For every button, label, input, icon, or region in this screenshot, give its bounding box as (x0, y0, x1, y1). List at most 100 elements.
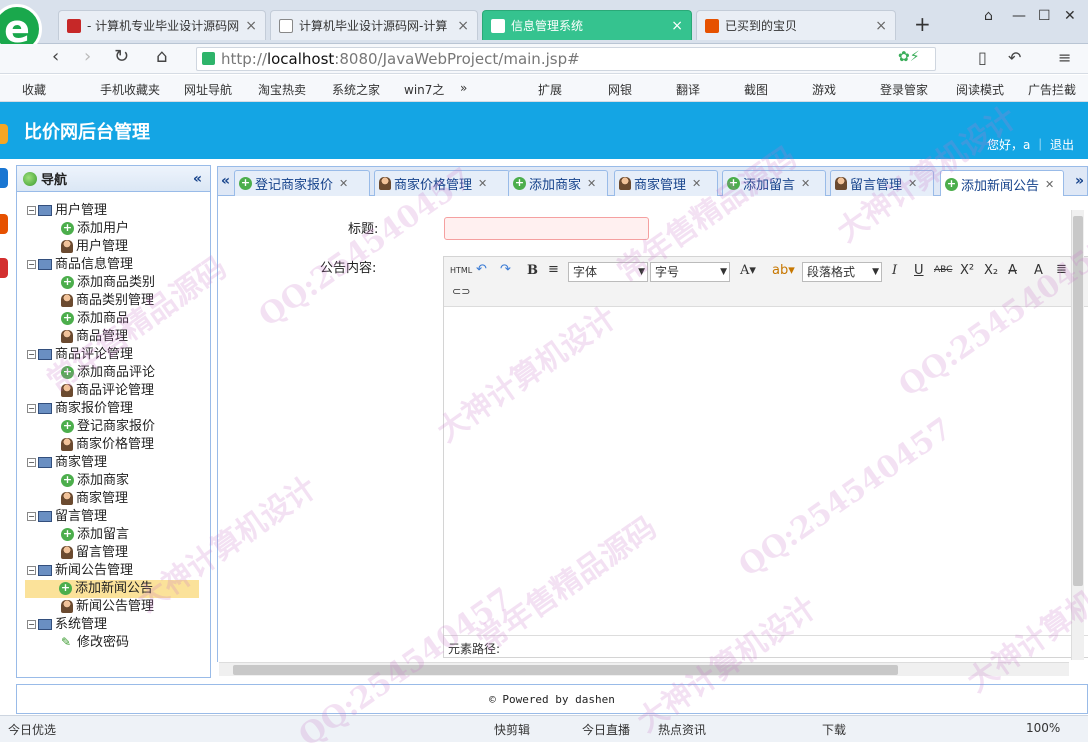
bookmark-item[interactable]: 阅读模式 (956, 81, 1004, 98)
content-tab[interactable]: 商家价格管理 ✕ (374, 170, 510, 196)
nav-group[interactable]: − 留言管理 (27, 508, 210, 526)
html-source-icon[interactable]: HTML (450, 266, 472, 275)
phone-icon[interactable]: ▯ (978, 48, 987, 67)
expand-icon[interactable]: − (27, 458, 36, 467)
horizontal-scrollbar[interactable] (219, 662, 1069, 676)
bookmark-more[interactable]: » (460, 81, 467, 95)
underline-icon[interactable]: U (914, 263, 924, 278)
refresh-icon[interactable]: ↻ (114, 46, 129, 67)
align-icon[interactable]: ≣ (1056, 262, 1067, 277)
nav-item[interactable]: + 添加商品评论 (27, 364, 210, 382)
link-icon[interactable]: ⊂⊃ (452, 285, 470, 298)
url-input[interactable]: http://localhost:8080/JavaWebProject/mai… (196, 47, 936, 71)
subscript-icon[interactable]: X₂ (984, 263, 998, 278)
nav-item[interactable]: 商品类别管理 (27, 292, 210, 310)
zoom-level[interactable]: 100% (1026, 721, 1060, 735)
nav-item[interactable]: 商品管理 (27, 328, 210, 346)
status-item[interactable]: 热点资讯 (658, 721, 706, 738)
nav-item[interactable]: 商家管理 (27, 490, 210, 508)
status-item[interactable]: 今日直播 (582, 721, 630, 738)
nav-group[interactable]: − 系统管理 (27, 616, 210, 634)
expand-icon[interactable]: − (27, 404, 36, 413)
back-icon[interactable]: ‹ (52, 46, 59, 67)
expand-icon[interactable]: − (27, 566, 36, 575)
close-icon[interactable]: ✕ (801, 177, 810, 190)
expand-icon[interactable]: − (27, 350, 36, 359)
highlight-icon[interactable]: ab▾ (772, 263, 795, 278)
bookmark-item[interactable]: 网址导航 (184, 81, 232, 98)
close-icon[interactable]: ✕ (1045, 178, 1054, 191)
content-tab[interactable]: + 登记商家报价 ✕ (234, 170, 370, 196)
bookmark-item[interactable]: 扩展 (538, 81, 562, 98)
bookmark-item[interactable]: 登录管家 (880, 81, 928, 98)
sidebar-strip-icon[interactable] (0, 124, 8, 144)
nav-item[interactable]: + 添加留言 (27, 526, 210, 544)
bookmark-item[interactable]: 手机收藏夹 (100, 81, 160, 98)
bookmark-item[interactable]: 网银 (608, 81, 632, 98)
nav-item[interactable]: 商品评论管理 (27, 382, 210, 400)
nav-item[interactable]: + 添加商品类别 (27, 274, 210, 292)
nav-item[interactable]: 商家价格管理 (27, 436, 210, 454)
status-item[interactable]: 今日优选 (8, 721, 56, 738)
forward-icon[interactable]: › (84, 46, 91, 67)
new-tab-button[interactable]: + (914, 12, 931, 36)
expand-icon[interactable]: − (27, 512, 36, 521)
bookmark-item[interactable]: 收藏 (22, 81, 46, 98)
minimize-icon[interactable]: — (1012, 8, 1026, 24)
content-tab[interactable]: + 添加商家 ✕ (508, 170, 608, 196)
browser-tab-2[interactable]: 计算机毕业设计源码网-计算 × (270, 10, 478, 40)
tab-scroll-left-icon[interactable]: « (221, 173, 230, 189)
close-icon[interactable]: × (239, 18, 257, 34)
browser-tab-1[interactable]: - 计算机专业毕业设计源码网 × (58, 10, 266, 40)
bookmark-item[interactable]: win7之 (404, 81, 444, 98)
content-tab[interactable]: 留言管理 ✕ (830, 170, 934, 196)
welcome-logout[interactable]: 您好，a ｜ 退出 (987, 136, 1074, 153)
nav-group[interactable]: − 商品评论管理 (27, 346, 210, 364)
bookmark-item[interactable]: 淘宝热卖 (258, 81, 306, 98)
bold-icon[interactable]: B (527, 263, 538, 278)
nav-item[interactable]: 留言管理 (27, 544, 210, 562)
maximize-icon[interactable]: ☐ (1038, 8, 1051, 24)
collapse-icon[interactable]: « (193, 171, 202, 187)
sidebar-strip-icon[interactable] (0, 258, 8, 278)
menu-icon[interactable]: ≡ (1058, 48, 1071, 67)
nav-group[interactable]: − 商家管理 (27, 454, 210, 472)
status-item[interactable]: 下载 (822, 721, 846, 738)
close-icon[interactable]: ✕ (908, 177, 917, 190)
expand-icon[interactable]: − (27, 260, 36, 269)
bookmark-item[interactable]: 广告拦截 (1028, 81, 1076, 98)
redo-edit-icon[interactable]: ↷ (500, 262, 511, 277)
tab-scroll-right-icon[interactable]: » (1075, 173, 1084, 189)
close-icon[interactable]: ✕ (692, 177, 701, 190)
title-input[interactable] (444, 217, 649, 240)
content-tab[interactable]: + 添加留言 ✕ (722, 170, 826, 196)
size-select[interactable]: 字号 ▼ (650, 262, 730, 282)
nav-item[interactable]: + 添加新闻公告 (25, 580, 199, 598)
nav-group[interactable]: − 用户管理 (27, 202, 210, 220)
nav-group[interactable]: − 商品信息管理 (27, 256, 210, 274)
superscript-icon[interactable]: X² (960, 263, 974, 278)
nav-item[interactable]: + 添加商品 (27, 310, 210, 328)
bookmark-item[interactable]: 截图 (744, 81, 768, 98)
clear-format-icon[interactable]: A̶ (1008, 263, 1017, 278)
paragraph-format-select[interactable]: 段落格式 ▼ (802, 262, 882, 282)
editor-body[interactable] (444, 307, 1088, 635)
bookmark-item[interactable]: 翻译 (676, 81, 700, 98)
nav-item[interactable]: 新闻公告管理 (27, 598, 210, 616)
nav-item[interactable]: + 添加用户 (27, 220, 210, 238)
skin-icon[interactable]: ⌂ (984, 8, 993, 24)
strikethrough-icon[interactable]: ABC (934, 265, 952, 275)
nav-item[interactable]: + 添加商家 (27, 472, 210, 490)
home-icon[interactable]: ⌂ (156, 46, 167, 67)
nav-item[interactable]: 用户管理 (27, 238, 210, 256)
italic-icon[interactable]: I (892, 263, 897, 278)
close-icon[interactable]: ✕ (339, 177, 348, 190)
sidebar-strip-icon[interactable] (0, 214, 8, 234)
browser-tab-4[interactable]: 已买到的宝贝 × (696, 10, 896, 40)
close-icon[interactable]: × (665, 18, 683, 34)
font-color-icon[interactable]: A▾ (740, 263, 756, 278)
sidebar-strip-icon[interactable] (0, 168, 8, 188)
close-window-icon[interactable]: ✕ (1064, 8, 1076, 24)
speed-icon[interactable]: ✿⚡ (898, 49, 920, 65)
nav-item[interactable]: + 登记商家报价 (27, 418, 210, 436)
